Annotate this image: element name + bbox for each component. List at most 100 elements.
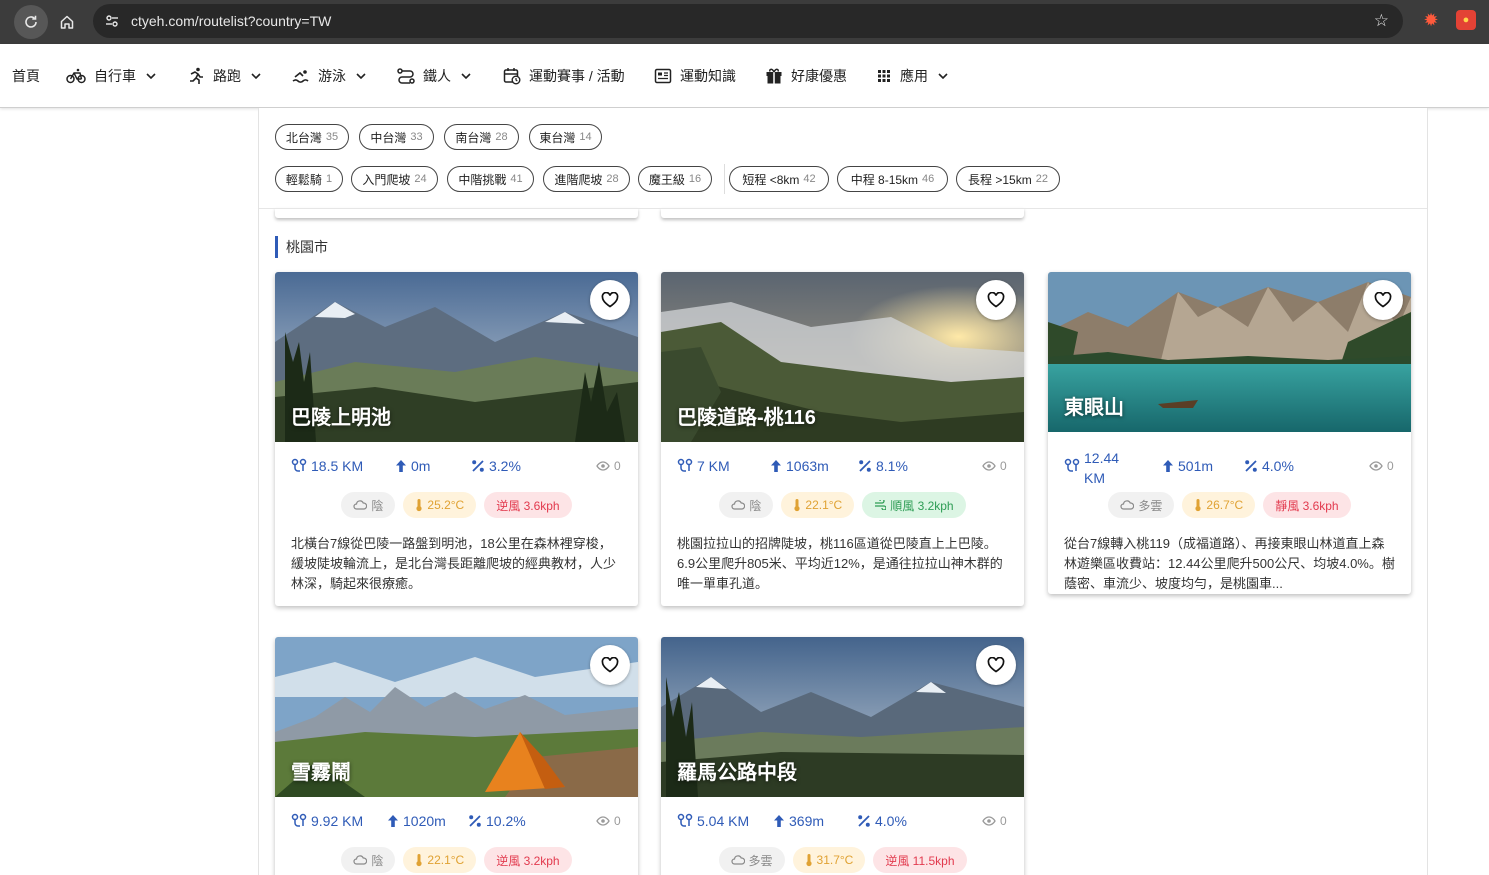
site-settings-icon[interactable] bbox=[95, 4, 129, 38]
filter-divider bbox=[724, 164, 725, 194]
arrow-up-icon bbox=[774, 815, 784, 827]
chip-label: 輕鬆騎 bbox=[285, 172, 322, 187]
nav-knowledge-label: 運動知識 bbox=[680, 68, 736, 84]
chevron-down-icon bbox=[356, 73, 366, 79]
views-value: 0 bbox=[1000, 459, 1007, 473]
chip-count: 33 bbox=[410, 131, 423, 143]
heart-icon bbox=[987, 657, 1005, 673]
grade-stat: 4.0% bbox=[1244, 458, 1294, 474]
thermometer-icon bbox=[805, 854, 812, 867]
route-image: 巴陵道路-桃116 bbox=[661, 272, 1024, 442]
extension-profile-icon[interactable]: ● bbox=[1456, 10, 1476, 30]
wind-badge: 逆風 3.6kph bbox=[484, 492, 572, 518]
chip-count: 41 bbox=[510, 173, 523, 185]
thermometer-icon bbox=[416, 854, 423, 867]
route-card[interactable]: 羅馬公路中段 5.04 KM 369m 4.0% 0 多雲 31.7°C 逆風 … bbox=[661, 637, 1024, 875]
arrow-up-icon bbox=[771, 460, 781, 472]
chip-count: 28 bbox=[606, 173, 619, 185]
route-stats: 7 KM 1063m 8.1% 0 bbox=[661, 442, 1024, 492]
elevation-value: 1020m bbox=[403, 813, 446, 829]
elevation-value: 501m bbox=[1178, 458, 1214, 474]
filter-chip-beginner-climb[interactable]: 入門爬坡 24 bbox=[351, 166, 438, 192]
chip-label: 東台灣 bbox=[539, 130, 576, 145]
nav-events-label: 運動賽事 / 活動 bbox=[529, 68, 625, 84]
filter-chip-central[interactable]: 中台灣 33 bbox=[359, 124, 434, 150]
site-navigation: 首頁 自行車 路跑 游泳 鐵人 運動賽事 / 活動 運動知識 好康優惠 應用 bbox=[0, 44, 1489, 108]
route-card[interactable]: 巴陵道路-桃116 7 KM 1063m 8.1% 0 陰 22.1°C 順風 … bbox=[661, 272, 1024, 606]
route-card[interactable]: 雪霧鬧 9.92 KM 1020m 10.2% 0 陰 22.1°C 逆風 3.… bbox=[275, 637, 638, 875]
thermometer-icon bbox=[1195, 499, 1202, 512]
temperature-badge: 22.1°C bbox=[781, 492, 855, 518]
favorite-button[interactable] bbox=[976, 280, 1016, 320]
filter-chip-short[interactable]: 短程 <8km 42 bbox=[729, 166, 829, 192]
route-card[interactable]: 巴陵上明池 18.5 KM 0m 3.2% 0 陰 25.2°C 逆風 3.6k… bbox=[275, 272, 638, 606]
nav-deals[interactable]: 好康優惠 bbox=[765, 44, 847, 108]
eye-icon bbox=[982, 461, 996, 471]
home-button[interactable] bbox=[50, 5, 84, 39]
temperature-value: 31.7°C bbox=[816, 853, 854, 867]
extension-sun-icon[interactable]: ✹ bbox=[1421, 10, 1441, 30]
percent-icon bbox=[858, 815, 870, 827]
percent-icon bbox=[1245, 460, 1257, 472]
cloud-icon bbox=[1120, 500, 1135, 510]
reload-icon bbox=[25, 15, 37, 28]
nav-knowledge[interactable]: 運動知識 bbox=[654, 44, 736, 108]
nav-triathlon[interactable]: 鐵人 bbox=[397, 44, 471, 108]
sky-value: 多雲 bbox=[1138, 498, 1163, 513]
swimming-icon bbox=[292, 70, 309, 83]
filter-chip-north[interactable]: 北台灣 35 bbox=[275, 124, 349, 150]
temperature-badge: 25.2°C bbox=[403, 492, 477, 518]
favorite-button[interactable] bbox=[976, 645, 1016, 685]
filter-chip-intermediate[interactable]: 中階挑戰 41 bbox=[447, 166, 534, 192]
grade-value: 8.1% bbox=[876, 458, 908, 474]
arrow-up-icon bbox=[388, 815, 398, 827]
previous-card-bottom bbox=[275, 208, 638, 218]
filter-chip-advanced-climb[interactable]: 進階爬坡 28 bbox=[543, 166, 630, 192]
percent-icon bbox=[469, 815, 481, 827]
route-title: 羅馬公路中段 bbox=[677, 762, 797, 784]
url-text[interactable]: ctyeh.com/routelist?country=TW bbox=[131, 13, 331, 29]
wind-badge: 靜風 3.6kph bbox=[1263, 492, 1351, 518]
address-bar[interactable]: ctyeh.com/routelist?country=TW ☆ bbox=[93, 4, 1403, 38]
sky-value: 多雲 bbox=[748, 853, 773, 868]
eye-icon bbox=[596, 816, 610, 826]
filter-chip-south[interactable]: 南台灣 28 bbox=[444, 124, 519, 150]
sky-value: 陰 bbox=[749, 498, 762, 513]
nav-apps[interactable]: 應用 bbox=[876, 44, 948, 108]
bookmark-star-icon[interactable]: ☆ bbox=[1374, 12, 1389, 29]
favorite-button[interactable] bbox=[590, 280, 630, 320]
grade-value: 10.2% bbox=[486, 813, 526, 829]
nav-apps-label: 應用 bbox=[900, 68, 928, 84]
nav-swimming[interactable]: 游泳 bbox=[292, 44, 366, 108]
favorite-button[interactable] bbox=[1363, 280, 1403, 320]
elevation-stat: 501m bbox=[1162, 458, 1213, 474]
filter-chip-east[interactable]: 東台灣 14 bbox=[529, 124, 602, 150]
wind-value: 逆風 3.6kph bbox=[496, 498, 560, 513]
filter-chip-medium[interactable]: 中程 8-15km 46 bbox=[837, 166, 948, 192]
nav-home[interactable]: 首頁 bbox=[12, 44, 40, 108]
distance-value: 9.92 KM bbox=[311, 813, 364, 829]
arrow-up-icon bbox=[1163, 460, 1173, 472]
apps-grid-icon bbox=[878, 70, 890, 82]
section-title: 桃園市 bbox=[275, 236, 328, 258]
nav-running[interactable]: 路跑 bbox=[187, 44, 261, 108]
reload-button[interactable] bbox=[14, 5, 48, 39]
chip-label: 南台灣 bbox=[455, 130, 492, 145]
weather-badges: 陰 22.1°C 順風 3.2kph bbox=[661, 492, 1024, 522]
route-title: 東眼山 bbox=[1064, 397, 1124, 419]
elevation-value: 0m bbox=[411, 458, 431, 474]
chevron-down-icon bbox=[938, 73, 948, 79]
route-distance-icon bbox=[291, 458, 307, 472]
views-stat: 0 bbox=[982, 459, 1007, 473]
filter-chip-easy[interactable]: 輕鬆騎 1 bbox=[275, 166, 343, 192]
temperature-badge: 22.1°C bbox=[403, 847, 477, 873]
nav-events[interactable]: 運動賽事 / 活動 bbox=[503, 44, 625, 108]
nav-cycling[interactable]: 自行車 bbox=[66, 44, 156, 108]
chip-label: 魔王級 bbox=[648, 172, 685, 187]
filter-chip-boss-level[interactable]: 魔王級 16 bbox=[638, 166, 712, 192]
cloud-icon bbox=[353, 500, 368, 510]
route-card[interactable]: 東眼山 12.44 KM 501m 4.0% 0 多雲 26.7°C 靜風 3.… bbox=[1048, 272, 1411, 594]
filter-chip-long[interactable]: 長程 >15km 22 bbox=[956, 166, 1060, 192]
wind-value: 逆風 3.2kph bbox=[496, 853, 560, 868]
favorite-button[interactable] bbox=[590, 645, 630, 685]
